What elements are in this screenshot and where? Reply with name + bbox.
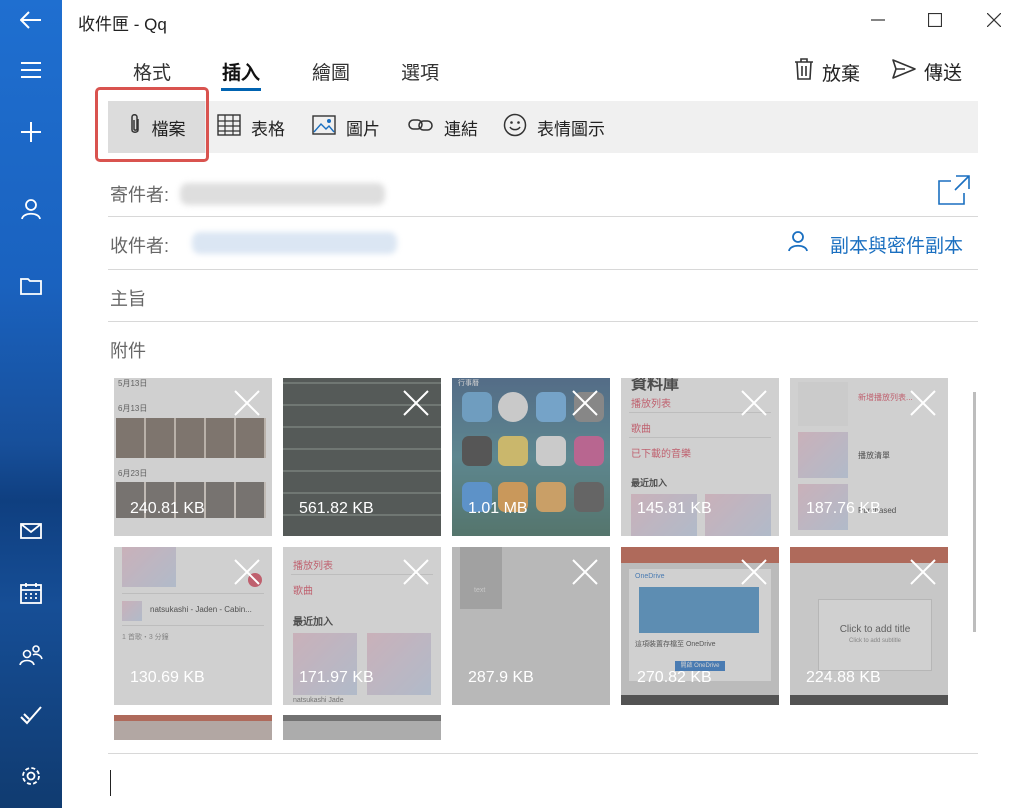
attachment-size: 187.76 KB [806,500,881,517]
people-icon[interactable] [0,635,62,675]
remove-attachment-icon[interactable] [403,559,429,585]
remove-attachment-icon[interactable] [234,559,260,585]
attachment-size: 287.9 KB [468,669,534,686]
cc-bcc-label: 副本與密件副本 [830,235,964,257]
file-button-highlight [95,87,209,162]
insert-emoji-button[interactable]: 表情圖示 [503,101,605,153]
attachments-label: 附件 [110,341,146,361]
link-icon [408,117,434,138]
attachment-tile[interactable]: 播放列表 歌曲 最近加入 natsukashi Jade 171.97 KB [283,547,441,705]
table-icon [217,113,241,141]
discard-label: 放棄 [822,63,861,85]
divider-body [108,753,978,754]
tab-insert[interactable]: 插入 [222,58,260,85]
from-address-blurred[interactable] [180,183,385,205]
divider-subject [108,321,978,322]
maximize-button[interactable] [913,6,957,34]
picture-icon [312,114,336,140]
remove-attachment-icon[interactable] [741,559,767,585]
attachment-size: 1.01 MB [468,500,528,517]
remove-attachment-icon[interactable] [741,390,767,416]
attachment-size: 171.97 KB [299,669,374,686]
trash-icon [794,58,814,86]
send-label: 傳送 [924,63,963,84]
account-icon[interactable] [0,189,62,229]
minimize-button[interactable] [856,6,900,34]
attachment-tile[interactable]: 新增播放列表... 播放清單 Purchased 187.76 KB [790,378,948,536]
attachment-overlay [114,715,272,740]
send-icon [892,58,916,85]
attachment-size: 224.88 KB [806,669,881,686]
remove-attachment-icon[interactable] [910,390,936,416]
tab-options[interactable]: 選項 [401,58,439,85]
close-window-button[interactable] [972,6,1016,34]
attachment-size: 270.82 KB [637,669,712,686]
remove-attachment-icon[interactable] [572,390,598,416]
subject-field[interactable]: 主旨 [110,285,146,311]
picture-label: 圖片 [346,119,380,139]
attachment-size: 561.82 KB [299,500,374,517]
remove-attachment-icon[interactable] [403,390,429,416]
from-label: 寄件者: [110,185,170,205]
attachment-size: 240.81 KB [130,500,205,517]
divider-to [108,269,978,270]
attachment-tile[interactable]: text 287.9 KB [452,547,610,705]
attachments-scrollbar[interactable] [973,392,976,632]
popout-icon[interactable] [938,175,970,210]
attachment-tile[interactable]: 行事曆 1.01 MB [452,378,610,536]
divider-from [108,216,978,217]
to-address-blurred[interactable] [192,232,397,254]
tab-format[interactable]: 格式 [133,58,171,85]
window-title: 收件匣 - Qq [78,15,167,34]
attachment-tile[interactable]: 5月13日 6月13日 6月23日 240.81 KB [114,378,272,536]
remove-attachment-icon[interactable] [572,559,598,585]
settings-icon[interactable] [0,756,62,796]
attachment-size: 145.81 KB [637,500,712,517]
person-icon [788,230,808,258]
send-button[interactable]: 傳送 [892,58,962,85]
remove-attachment-icon[interactable] [234,390,260,416]
attachment-tile[interactable]: natsukashi - Jaden - Cabin... 1 首歌・3 分鐘 … [114,547,272,705]
attachment-tile[interactable]: 資料庫 播放列表 歌曲 已下載的音樂 最近加入 145.81 KB [621,378,779,536]
calendar-icon[interactable] [0,573,62,613]
tab-draw[interactable]: 繪圖 [312,58,350,85]
attachment-size: 130.69 KB [130,669,205,686]
mail-icon[interactable] [0,511,62,551]
attachment-tile[interactable]: 561.82 KB [283,378,441,536]
emoji-icon [503,113,527,142]
insert-picture-button[interactable]: 圖片 [312,101,380,153]
active-tab-indicator [221,88,261,91]
new-mail-icon[interactable] [0,112,62,152]
insert-link-button[interactable]: 連結 [408,101,478,153]
attachment-tile[interactable]: OneDrive 這項裝置存檔至 OneDrive 開啟 OneDrive 27… [621,547,779,705]
remove-attachment-icon[interactable] [910,559,936,585]
table-label: 表格 [251,119,285,139]
back-icon[interactable] [0,0,62,40]
emoji-label: 表情圖示 [537,119,605,139]
attachment-tile[interactable] [114,715,272,740]
discard-button[interactable]: 放棄 [794,58,860,86]
folder-icon[interactable] [0,266,62,306]
todo-icon[interactable] [0,695,62,735]
attachment-tile[interactable]: Click to add title Click to add subtitle… [790,547,948,705]
body-text-cursor[interactable] [110,770,111,796]
menu-icon[interactable] [0,50,62,90]
insert-table-button[interactable]: 表格 [217,101,285,153]
to-label: 收件者: [110,236,170,256]
link-label: 連結 [444,119,478,139]
left-rail [0,0,62,808]
attachment-tile[interactable] [283,715,441,740]
attachment-overlay [283,715,441,740]
cc-bcc-button[interactable]: 副本與密件副本 [788,230,963,258]
